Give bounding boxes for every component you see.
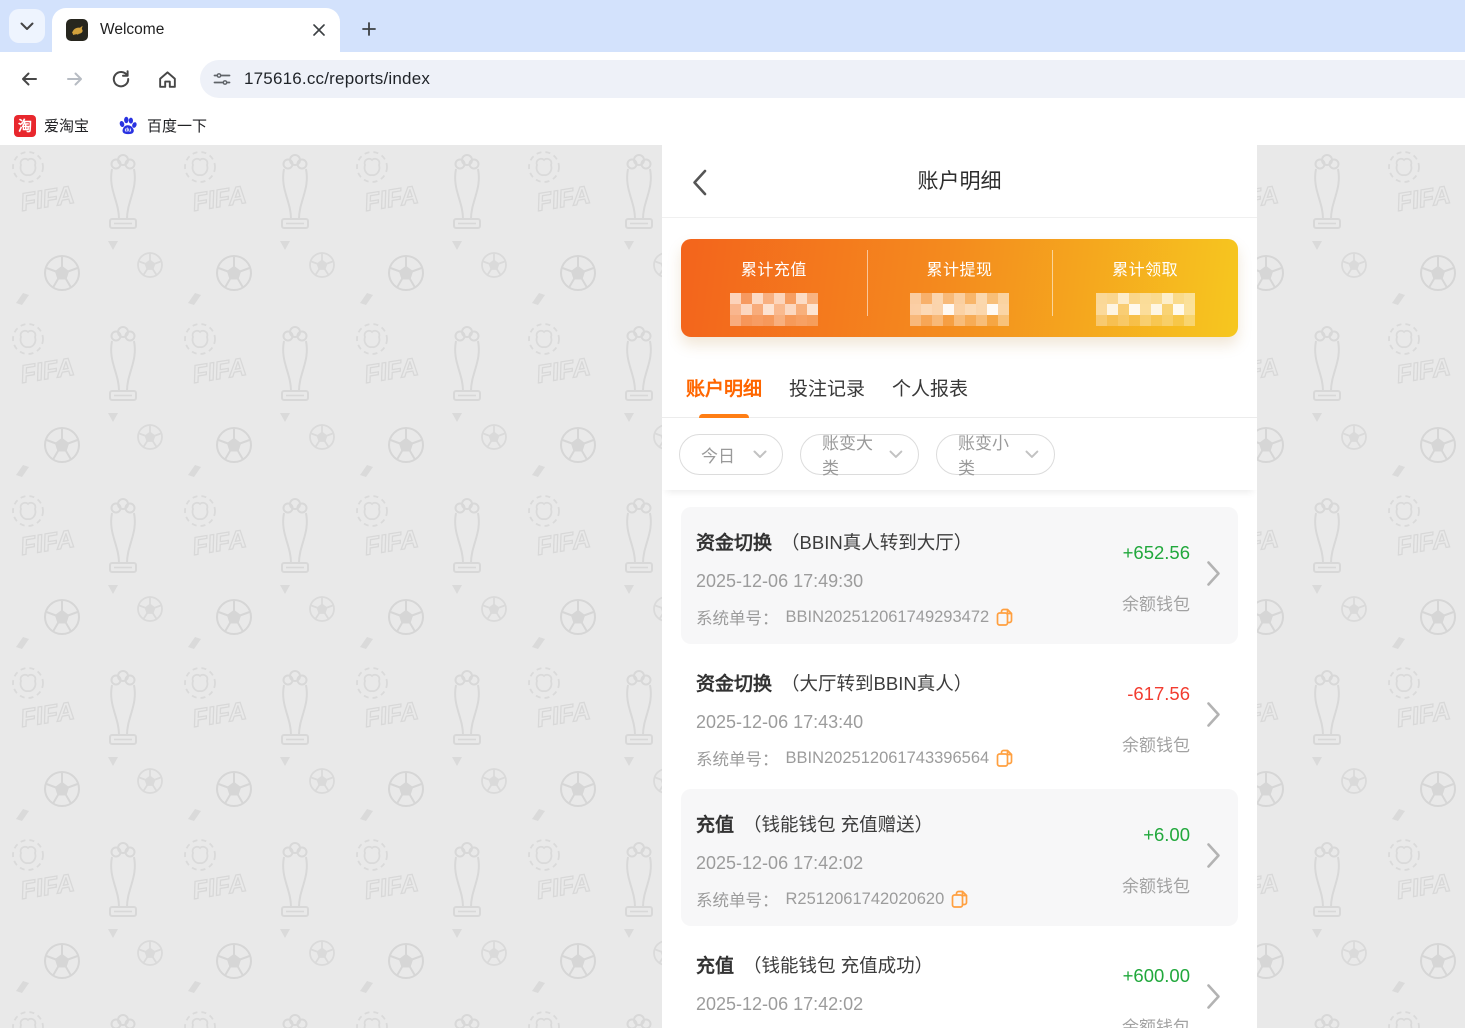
forward-button[interactable]	[58, 62, 92, 96]
url-bar[interactable]: 175616.cc/reports/index	[200, 60, 1465, 98]
chevron-right-icon[interactable]	[1206, 701, 1221, 732]
chevron-down-icon	[20, 22, 34, 30]
filter-minor-category-dropdown[interactable]: 账变小类	[936, 433, 1055, 478]
order-number: BBIN202512061743396564	[785, 748, 990, 767]
filter-date-dropdown[interactable]: 今日	[679, 433, 783, 475]
site-settings-icon[interactable]	[212, 69, 232, 89]
tab-bet-records[interactable]: 投注记录	[789, 374, 865, 401]
reload-button[interactable]	[104, 62, 138, 96]
url-text[interactable]: 175616.cc/reports/index	[244, 69, 430, 89]
masked-value	[729, 293, 818, 326]
browser-tab-strip: Welcome	[0, 0, 1465, 52]
transaction-amount: +6.00	[1143, 824, 1190, 845]
bookmarks-bar: 淘 爱淘宝 du 百度一下	[0, 106, 1465, 145]
transaction-wallet: 余额钱包	[1122, 877, 1190, 896]
transaction-amount: +652.56	[1122, 542, 1190, 563]
chevron-right-icon[interactable]	[1206, 560, 1221, 591]
order-number: BBIN202512061749293472	[785, 607, 990, 626]
site-favicon-icon	[66, 19, 88, 41]
bookmark-baidu[interactable]: du 百度一下	[117, 115, 207, 137]
summary-card: 累计充值 累计提现 累计领取	[681, 239, 1238, 337]
chevron-right-icon[interactable]	[1206, 842, 1221, 873]
filter-row: 今日 账变大类 账变小类	[662, 418, 1257, 490]
copy-icon[interactable]	[951, 890, 968, 909]
taobao-icon: 淘	[14, 114, 36, 137]
tab-account-details[interactable]: 账户明细	[686, 374, 762, 421]
copy-icon[interactable]	[996, 749, 1013, 768]
tab-close-icon[interactable]	[308, 19, 330, 41]
transaction-wallet: 余额钱包	[1122, 595, 1190, 614]
bookmark-taobao[interactable]: 淘 爱淘宝	[14, 114, 89, 137]
browser-toolbar: 175616.cc/reports/index	[0, 52, 1465, 106]
masked-value	[1095, 293, 1195, 326]
summary-total-deposit: 累计充值	[681, 239, 867, 337]
transaction-list: 资金切换 （BBIN真人转到大厅） 2025-12-06 17:49:30 系统单…	[662, 490, 1257, 1028]
page-background: FIFA	[0, 145, 1465, 1028]
chevron-down-icon	[889, 450, 903, 458]
svg-text:du: du	[125, 127, 132, 133]
tabs-row: 账户明细 投注记录 个人报表	[662, 337, 1257, 421]
order-number: R2512061742020620	[785, 889, 945, 908]
transaction-row[interactable]: 充值 （钱能钱包 充值赠送） 2025-12-06 17:42:02 系统单号： R…	[681, 789, 1238, 926]
chevron-right-icon[interactable]	[1206, 983, 1221, 1014]
back-chevron-button[interactable]	[692, 168, 716, 196]
transaction-row[interactable]: 资金切换 （BBIN真人转到大厅） 2025-12-06 17:49:30 系统单…	[681, 507, 1238, 644]
masked-value	[910, 293, 1009, 326]
transaction-wallet: 余额钱包	[1122, 1018, 1190, 1028]
browser-tab[interactable]: Welcome	[52, 8, 340, 52]
page-title: 账户明细	[917, 170, 1002, 193]
tab-personal-report[interactable]: 个人报表	[892, 374, 968, 401]
transaction-amount: -617.56	[1127, 683, 1190, 704]
account-details-panel: 账户明细 累计充值 累计提现 累计领取 账户明细 投注记录 个人报表 今日 账变…	[662, 145, 1257, 1028]
back-button[interactable]	[12, 62, 46, 96]
chevron-down-icon	[753, 450, 767, 458]
tab-search-button[interactable]	[9, 9, 45, 43]
transaction-row[interactable]: 资金切换 （大厅转到BBIN真人） 2025-12-06 17:43:40 系统单…	[681, 648, 1238, 785]
chevron-down-icon	[1025, 450, 1039, 458]
summary-total-withdraw: 累计提现	[866, 239, 1053, 337]
transaction-amount: +600.00	[1122, 965, 1190, 986]
home-button[interactable]	[150, 62, 184, 96]
filter-major-category-dropdown[interactable]: 账变大类	[800, 433, 919, 478]
summary-total-claimed: 累计领取	[1052, 239, 1238, 337]
new-tab-button[interactable]	[354, 14, 384, 44]
baidu-icon: du	[119, 116, 137, 134]
panel-header: 账户明细	[662, 145, 1257, 218]
transaction-wallet: 余额钱包	[1122, 736, 1190, 755]
copy-icon[interactable]	[996, 608, 1013, 627]
tab-title: Welcome	[100, 21, 165, 38]
transaction-row[interactable]: 充值 （钱能钱包 充值成功） 2025-12-06 17:42:02 +600.0…	[681, 930, 1238, 1028]
